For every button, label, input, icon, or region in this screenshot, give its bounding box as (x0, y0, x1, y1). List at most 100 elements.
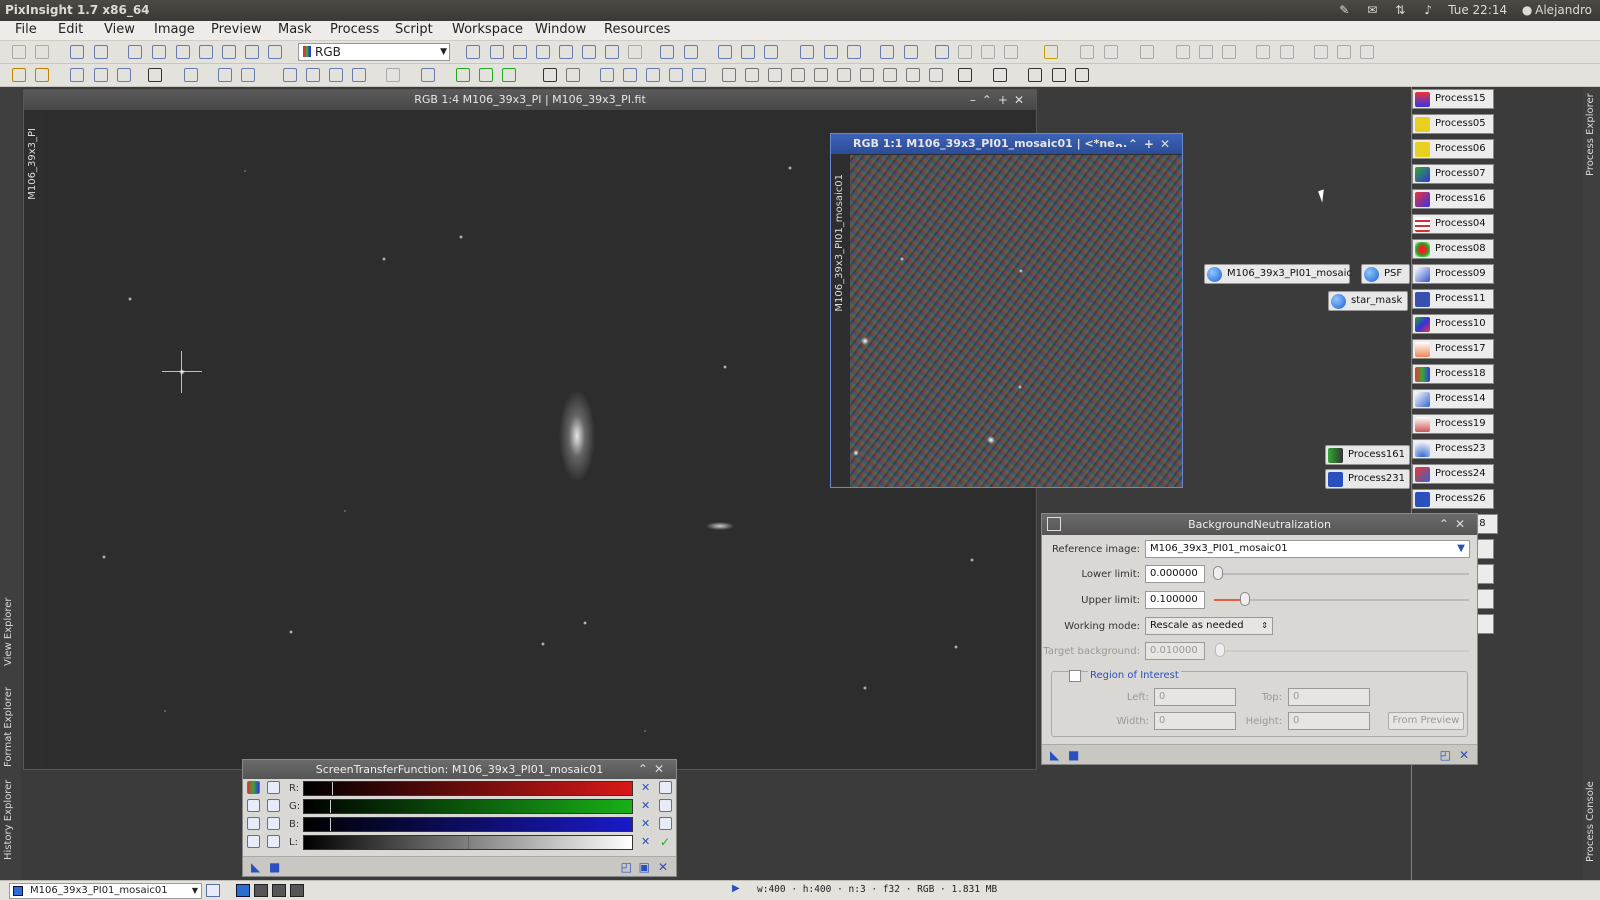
reset-l-icon[interactable]: ✕ (641, 835, 650, 848)
from-preview-button[interactable]: From Preview (1388, 712, 1464, 730)
tool-1-icon[interactable] (1080, 45, 1094, 59)
menu-resources[interactable]: Resources (604, 22, 670, 37)
info-icon[interactable] (247, 799, 260, 812)
midtone-marker[interactable] (468, 836, 469, 849)
process-n-icon[interactable] (386, 68, 400, 82)
chevron-down-icon[interactable]: ▼ (1457, 541, 1465, 557)
zoom-in-icon[interactable] (660, 45, 674, 59)
real-time-icon[interactable]: ▣ (639, 860, 650, 874)
process-icon-item[interactable]: Process04 (1412, 214, 1494, 234)
pattern-5-icon[interactable] (860, 68, 874, 82)
play-icon[interactable]: ▶ (732, 883, 740, 894)
zoom-3-icon[interactable] (764, 45, 778, 59)
process-icon-item[interactable]: Process15 (1412, 89, 1494, 109)
process-icon-item[interactable]: Process26 (1412, 489, 1494, 509)
layout-2-icon[interactable] (904, 45, 918, 59)
process-explorer-tab[interactable]: Process Explorer (1585, 92, 1599, 177)
shortcut-process231[interactable]: Process231 (1325, 469, 1410, 489)
rotate-icon[interactable] (600, 68, 614, 82)
stf-red-bar[interactable] (303, 781, 633, 796)
process-m-icon[interactable] (352, 68, 366, 82)
display-b-icon[interactable] (290, 884, 304, 897)
dialog-title-bar[interactable]: ScreenTransferFunction: M106_39x3_PI01_m… (243, 760, 676, 779)
pan-icon[interactable] (513, 45, 527, 59)
crop-icon[interactable] (722, 68, 736, 82)
process-q-icon[interactable] (479, 68, 493, 82)
menu-preview[interactable]: Preview (211, 22, 262, 37)
process-icon-item[interactable]: Process08 (1412, 239, 1494, 259)
edit-g-icon[interactable] (659, 799, 672, 812)
midtone-marker[interactable] (332, 782, 333, 795)
display-g-icon[interactable] (272, 884, 286, 897)
auto-icon[interactable] (247, 817, 260, 830)
history-explorer-tab[interactable]: History Explorer (3, 777, 17, 862)
shortcut-mosaic[interactable]: M106_39x3_PI01_mosaic (1204, 264, 1352, 284)
shade-icon[interactable]: ⌃ (1439, 517, 1455, 531)
menu-workspace[interactable]: Workspace (452, 22, 523, 37)
flip-icon[interactable] (692, 68, 706, 82)
zoom-in-icon[interactable] (267, 799, 280, 812)
process-r-icon[interactable] (502, 68, 516, 82)
maximize-icon[interactable]: + (998, 93, 1014, 107)
grid-icon[interactable] (247, 835, 260, 848)
height-input[interactable]: 0 (1288, 712, 1370, 730)
format-explorer-tab[interactable]: Format Explorer (3, 682, 17, 772)
display-rgb-icon[interactable] (236, 884, 250, 897)
process-icon-item[interactable]: Process23 (1412, 439, 1494, 459)
fit-window-icon[interactable] (800, 45, 814, 59)
shortcut-process161[interactable]: Process161 (1325, 445, 1410, 465)
pattern-4-icon[interactable] (837, 68, 851, 82)
mask-invert-icon[interactable] (993, 68, 1007, 82)
process-icon-item[interactable]: Process11 (1412, 289, 1494, 309)
midtone-marker[interactable] (330, 818, 331, 831)
process-icon-item[interactable]: Process05 (1412, 114, 1494, 134)
working-mode-select[interactable]: Rescale as needed ⇕ (1145, 617, 1273, 635)
rotate-2-icon[interactable] (623, 68, 637, 82)
screen-transfer-function-dialog[interactable]: ScreenTransferFunction: M106_39x3_PI01_m… (242, 759, 677, 877)
maximize-icon[interactable]: + (1144, 137, 1160, 151)
layout-3-icon[interactable] (935, 45, 949, 59)
pan-icon[interactable] (267, 835, 280, 848)
highlight-icon[interactable] (1044, 45, 1058, 59)
tool-3-icon[interactable] (1140, 45, 1154, 59)
dialog-title-bar[interactable]: BackgroundNeutralization ⌃✕ (1042, 514, 1477, 535)
rgb-icon[interactable] (128, 45, 142, 59)
pattern-7-icon[interactable] (906, 68, 920, 82)
menu-view[interactable]: View (104, 22, 135, 37)
process-icon-item[interactable]: Process07 (1412, 164, 1494, 184)
process-icon-item[interactable]: Process14 (1412, 389, 1494, 409)
close-image-icon[interactable] (745, 68, 759, 82)
duplicate-icon[interactable] (94, 45, 108, 59)
edit-icon[interactable]: ✎ (1336, 0, 1352, 21)
process-h-icon[interactable] (218, 68, 232, 82)
new-view-icon[interactable] (206, 884, 220, 897)
window-title-bar[interactable]: RGB 1:1 M106_39x3_PI01_mosaic01 | <*ne..… (831, 134, 1182, 154)
readout-mode-icon[interactable] (466, 45, 480, 59)
process-b-icon[interactable] (35, 68, 49, 82)
pattern-3-icon[interactable] (814, 68, 828, 82)
pattern-8-icon[interactable] (929, 68, 943, 82)
pattern-2-icon[interactable] (791, 68, 805, 82)
rotate-3-icon[interactable] (646, 68, 660, 82)
process-j-icon[interactable] (283, 68, 297, 82)
roi-checkbox[interactable] (1069, 670, 1081, 682)
left-input[interactable]: 0 (1154, 688, 1236, 706)
stf-blue-bar[interactable] (303, 817, 633, 832)
close-icon[interactable]: ✕ (1455, 517, 1471, 531)
tool-6-icon[interactable] (1222, 45, 1236, 59)
pattern-1-icon[interactable] (768, 68, 782, 82)
clock[interactable]: Tue 22:14 (1448, 0, 1507, 21)
lower-limit-input[interactable]: 0.000000 (1145, 565, 1205, 583)
upper-limit-slider[interactable] (1214, 599, 1469, 601)
layout-4-icon[interactable] (958, 45, 972, 59)
shade-icon[interactable]: ⌃ (1128, 137, 1144, 151)
stf-green-bar[interactable] (303, 799, 633, 814)
display-r-icon[interactable] (254, 884, 268, 897)
reset-icon[interactable]: ✕ (1459, 748, 1469, 762)
tool-7-icon[interactable] (1256, 45, 1270, 59)
stf-icon[interactable] (268, 45, 282, 59)
zoom-out-icon[interactable] (684, 45, 698, 59)
shade-icon[interactable]: ⌃ (638, 762, 654, 776)
process-g-icon[interactable] (184, 68, 198, 82)
mask-show-icon[interactable] (958, 68, 972, 82)
